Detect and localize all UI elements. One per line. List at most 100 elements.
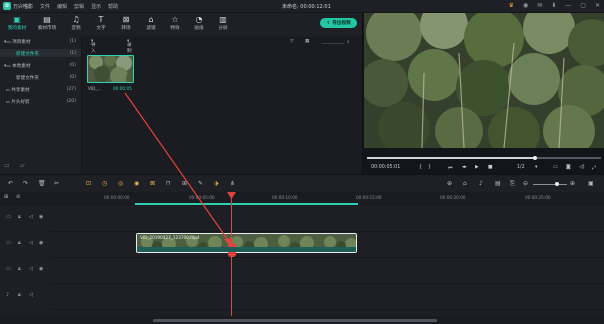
folder-icon: ▾▭ — [4, 64, 13, 69]
track-row[interactable] — [50, 284, 604, 310]
audio-icon[interactable]: ◁ — [29, 266, 33, 272]
close-icon[interactable]: ✕ — [595, 2, 600, 9]
media-clip-thumbnail[interactable] — [87, 55, 134, 83]
link-icon[interactable]: ⊘ — [16, 194, 20, 200]
tree-item-local-media[interactable]: ▾▭ 本地素材 (0) — [4, 63, 80, 69]
menu-clip[interactable]: 剪辑 — [74, 3, 84, 10]
zoom-fit-icon[interactable]: ▣ — [588, 180, 594, 187]
redo-icon[interactable]: ↷ — [23, 180, 28, 187]
tree-label: 新建文件夹 — [16, 52, 39, 57]
mosaic-icon[interactable]: ⊞ — [182, 180, 187, 187]
track-row[interactable] — [50, 206, 604, 232]
eye-icon[interactable]: ◉ — [39, 240, 43, 246]
search-icon[interactable]: ⌕ — [347, 39, 350, 45]
cut-icon[interactable]: ✂ — [54, 180, 59, 187]
timeline-scrollbar[interactable] — [153, 319, 437, 322]
lock-icon[interactable]: 🔒︎ — [18, 266, 21, 272]
split-icon[interactable]: ⊓ — [166, 180, 171, 187]
tree-item-new-folder-1[interactable]: 新建文件夹 (1) — [16, 51, 80, 57]
message-icon[interactable]: ✉ — [537, 2, 542, 9]
import-dropdown[interactable]: 导入 ▾ — [91, 39, 96, 54]
menu-help[interactable]: 帮助 — [108, 3, 118, 10]
tree-item-new-folder-2[interactable]: 新建文件夹 (0) — [16, 75, 80, 81]
folder-icon: ▾▭ — [4, 40, 13, 45]
tab-market[interactable]: ▤ 素材市场 — [32, 14, 62, 31]
record-dropdown[interactable]: 录制 ▾ — [127, 39, 132, 54]
download-icon[interactable]: ⬇ — [551, 2, 556, 9]
search-input[interactable] — [322, 38, 344, 44]
monitor-icon[interactable]: ▭ — [553, 165, 558, 170]
delete-icon[interactable]: 🗑 — [38, 180, 46, 187]
progress-knob[interactable] — [533, 155, 538, 160]
split-screen-icon: ▥ — [219, 15, 227, 24]
ratio-dropdown-icon[interactable]: ▾ — [535, 165, 537, 170]
pen-icon[interactable]: ✎ — [198, 180, 203, 187]
preview-ratio[interactable]: 1/2 — [517, 165, 525, 170]
maximize-icon[interactable]: ▢ — [580, 2, 586, 9]
speed-icon[interactable]: ◷ — [102, 180, 107, 187]
view-grid-icon[interactable]: ▦ — [305, 39, 309, 44]
track-row[interactable] — [50, 258, 604, 284]
audio-edit-icon[interactable]: ◉ — [134, 180, 139, 187]
tree-item-intro[interactable]: ▭ 片头好剪 (20) — [4, 99, 80, 105]
track-type-icon: ▭ — [6, 266, 11, 272]
lock-icon[interactable]: 🔒︎ — [18, 292, 21, 298]
export-video-button[interactable]: ⇪ 导出视频 — [320, 18, 357, 28]
microphone-icon[interactable]: ♪ — [479, 180, 483, 187]
export-icon: ⇪ — [326, 20, 331, 26]
import-label: 导入 — [91, 43, 96, 54]
lock-icon[interactable]: 🔒︎ — [18, 214, 21, 220]
tab-split-screen[interactable]: ▥ 分屏 — [208, 14, 238, 31]
volume-icon[interactable]: ◁) — [579, 165, 585, 170]
stop-icon[interactable]: ■ — [488, 165, 493, 170]
new-folder-icon[interactable]: ▭ — [4, 162, 10, 169]
menu-edit[interactable]: 编辑 — [57, 3, 67, 10]
vip-crown-icon[interactable]: ♛ — [509, 2, 514, 9]
open-folder-icon[interactable]: ▱ — [20, 162, 25, 169]
undo-icon[interactable]: ↶ — [8, 180, 13, 187]
timeline-video-clip[interactable]: VID_20190427_123700.mp4 — [136, 233, 357, 253]
zoom-slider[interactable] — [533, 184, 567, 185]
add-track-icon[interactable]: ⊕ — [447, 180, 452, 187]
zoom-out-icon[interactable]: ⊖ — [523, 180, 528, 187]
track-settings-icon[interactable]: ⊞ — [4, 194, 8, 200]
freeze-frame-icon[interactable]: ⊠ — [150, 180, 155, 187]
mark-in-icon[interactable]: { — [419, 165, 422, 170]
track-header-video-2: ▭ 🔒︎ ◁ ◉ — [0, 214, 50, 240]
mark-out-icon[interactable]: } — [428, 165, 431, 170]
zoom-in-icon[interactable]: ⊕ — [570, 180, 575, 187]
eye-icon[interactable]: ◉ — [39, 214, 43, 220]
tree-count: (0) — [69, 63, 76, 68]
track-type-icon: ▭ — [6, 240, 11, 246]
tab-label: 素材市场 — [37, 26, 57, 31]
tab-label: 我的素材 — [7, 26, 27, 31]
audio-icon[interactable]: ◁ — [29, 240, 33, 246]
menu-file[interactable]: 文件 — [40, 3, 50, 10]
voiceover-icon[interactable]: ▤ — [495, 180, 501, 187]
tree-item-shared-media[interactable]: ▭ 共享素材 (27) — [4, 87, 80, 93]
tab-label: 特效 — [170, 26, 180, 31]
tree-item-project-media[interactable]: ▾▭ 项目素材 (1) — [4, 39, 80, 45]
render-icon[interactable]: ⌂ — [463, 180, 467, 187]
filter-icon[interactable]: ▽ — [290, 39, 294, 44]
lock-icon[interactable]: 🔒︎ — [18, 240, 21, 246]
zoom-slider-knob[interactable] — [555, 182, 559, 186]
tab-my-media[interactable]: ▣ 我的素材 — [2, 14, 32, 31]
snapshot-icon[interactable]: ◙ — [566, 165, 571, 170]
prev-frame-icon[interactable]: ⏮ — [448, 165, 452, 171]
fullscreen-icon[interactable]: ⤢ — [592, 165, 596, 171]
account-icon[interactable]: ◉ — [523, 2, 528, 9]
color-icon[interactable]: ◎ — [118, 180, 123, 187]
marker-icon[interactable]: ⬗ — [214, 180, 219, 187]
minimize-icon[interactable]: — — [565, 2, 571, 9]
menu-view[interactable]: 显示 — [91, 3, 101, 10]
eye-icon[interactable]: ◉ — [39, 266, 43, 272]
play-icon[interactable]: ▶ — [475, 165, 479, 170]
audio-icon[interactable]: ◁ — [29, 214, 33, 220]
step-back-icon[interactable]: ◂▸ — [462, 165, 467, 170]
adjust-icon[interactable]: ⋔ — [230, 180, 235, 187]
audio-icon[interactable]: ◁ — [29, 292, 33, 298]
snap-icon[interactable]: ⎘ — [510, 180, 515, 188]
preview-progress-bar[interactable] — [367, 155, 601, 160]
crop-icon[interactable]: ⊡ — [86, 180, 91, 187]
